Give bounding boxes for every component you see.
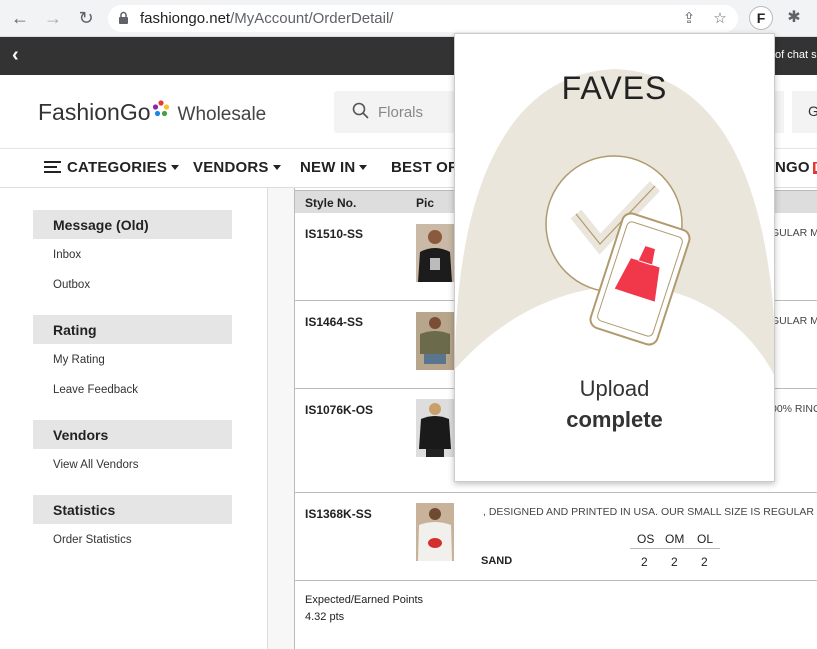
search-placeholder: Florals bbox=[378, 104, 424, 121]
sidebar-link-view-all-vendors[interactable]: View All Vendors bbox=[53, 459, 138, 471]
product-thumbnail[interactable] bbox=[416, 399, 454, 457]
description-fragment: 00% RING bbox=[771, 403, 817, 415]
browser-toolbar: ← → ↻ fashiongo.net/MyAccount/OrderDetai… bbox=[0, 0, 817, 37]
nav-categories[interactable]: CATEGORIES bbox=[44, 158, 180, 176]
column-pic: Pic bbox=[416, 196, 435, 210]
color-label: SAND bbox=[481, 555, 513, 567]
url-text: fashiongo.net/MyAccount/OrderDetail/ bbox=[140, 10, 394, 27]
sidebar-heading-statistics: Statistics bbox=[33, 495, 232, 524]
popup-title: FAVES bbox=[561, 70, 668, 106]
sidebar-link-inbox[interactable]: Inbox bbox=[53, 249, 81, 261]
quantity-value: 2 bbox=[671, 555, 678, 569]
lock-icon bbox=[119, 11, 128, 24]
caret-down-icon bbox=[359, 164, 368, 170]
share-icon[interactable]: ⇪ bbox=[680, 10, 698, 28]
product-description: , DESIGNED AND PRINTED IN USA. OUR SMALL… bbox=[483, 506, 817, 518]
sidebar-link-my-rating[interactable]: My Rating bbox=[53, 354, 105, 366]
chevron-left-icon[interactable]: ‹ bbox=[12, 44, 19, 67]
logo-wholesale: Wholesale bbox=[177, 104, 267, 125]
chat-notice[interactable]: of chat s bbox=[775, 49, 817, 61]
table-row: IS1368K-SS , DESIGNED AND PRINTED IN USA… bbox=[295, 493, 817, 581]
sidebar-heading-message: Message (Old) bbox=[33, 210, 232, 239]
faves-extension-icon[interactable]: F bbox=[749, 6, 773, 30]
back-arrow-icon[interactable]: ← bbox=[10, 8, 30, 28]
sidebar-link-leave-feedback[interactable]: Leave Feedback bbox=[53, 384, 138, 396]
nav-vendors[interactable]: VENDORS bbox=[193, 159, 281, 176]
logo-text: FashionGo bbox=[38, 99, 151, 125]
upload-status-line2: complete bbox=[566, 407, 663, 432]
points-label: Expected/Earned Points bbox=[305, 594, 424, 606]
size-header: OM bbox=[665, 532, 685, 546]
description-fragment: GULAR M bbox=[771, 227, 817, 239]
search-input[interactable]: Florals bbox=[334, 91, 464, 133]
quantity-value: 2 bbox=[701, 555, 708, 569]
hamburger-icon bbox=[44, 158, 61, 176]
points-value: 4.32 pts bbox=[305, 611, 345, 623]
size-header: OS bbox=[637, 532, 655, 546]
sidebar-link-order-statistics[interactable]: Order Statistics bbox=[53, 534, 132, 546]
column-style-no: Style No. bbox=[305, 196, 357, 210]
flower-logo-icon bbox=[152, 97, 170, 117]
style-number[interactable]: IS1464-SS bbox=[305, 315, 363, 329]
nav-best-of[interactable]: BEST OF bbox=[391, 159, 457, 176]
fashiongo-logo[interactable]: FashionGo Wholesale bbox=[38, 99, 266, 126]
address-bar[interactable]: fashiongo.net/MyAccount/OrderDetail/ ⇪ ☆ bbox=[108, 5, 738, 32]
sidebar-heading-rating: Rating bbox=[33, 315, 232, 344]
faves-extension-popup: FAVES Upload complete bbox=[454, 33, 775, 482]
header-account-slot[interactable]: G bbox=[792, 91, 817, 133]
size-header: OL bbox=[697, 532, 714, 546]
content-gutter bbox=[268, 188, 294, 649]
extensions-puzzle-icon[interactable]: ✱ bbox=[784, 8, 804, 28]
search-icon bbox=[352, 102, 369, 119]
size-divider bbox=[630, 548, 720, 549]
nav-badge: L bbox=[812, 162, 817, 175]
caret-down-icon bbox=[171, 164, 180, 170]
style-number[interactable]: IS1510-SS bbox=[305, 227, 363, 241]
style-number[interactable]: IS1076K-OS bbox=[305, 403, 373, 417]
product-thumbnail[interactable] bbox=[416, 312, 454, 370]
sidebar-link-outbox[interactable]: Outbox bbox=[53, 279, 90, 291]
caret-down-icon bbox=[272, 164, 281, 170]
nav-new-in[interactable]: NEW IN bbox=[300, 159, 368, 176]
account-sidebar: Message (Old) Inbox Outbox Rating My Rat… bbox=[0, 188, 268, 649]
upload-status-line1: Upload bbox=[579, 376, 650, 401]
star-icon[interactable]: ☆ bbox=[711, 10, 729, 28]
product-thumbnail[interactable] bbox=[416, 224, 454, 282]
forward-arrow-icon[interactable]: → bbox=[43, 8, 63, 28]
sidebar-heading-vendors: Vendors bbox=[33, 420, 232, 449]
style-number[interactable]: IS1368K-SS bbox=[305, 507, 372, 521]
reload-icon[interactable]: ↻ bbox=[76, 8, 96, 28]
quantity-value: 2 bbox=[641, 555, 648, 569]
description-fragment: GULAR M bbox=[771, 315, 817, 327]
nav-ngo[interactable]: NGOL bbox=[775, 159, 817, 176]
product-thumbnail[interactable] bbox=[416, 503, 454, 561]
